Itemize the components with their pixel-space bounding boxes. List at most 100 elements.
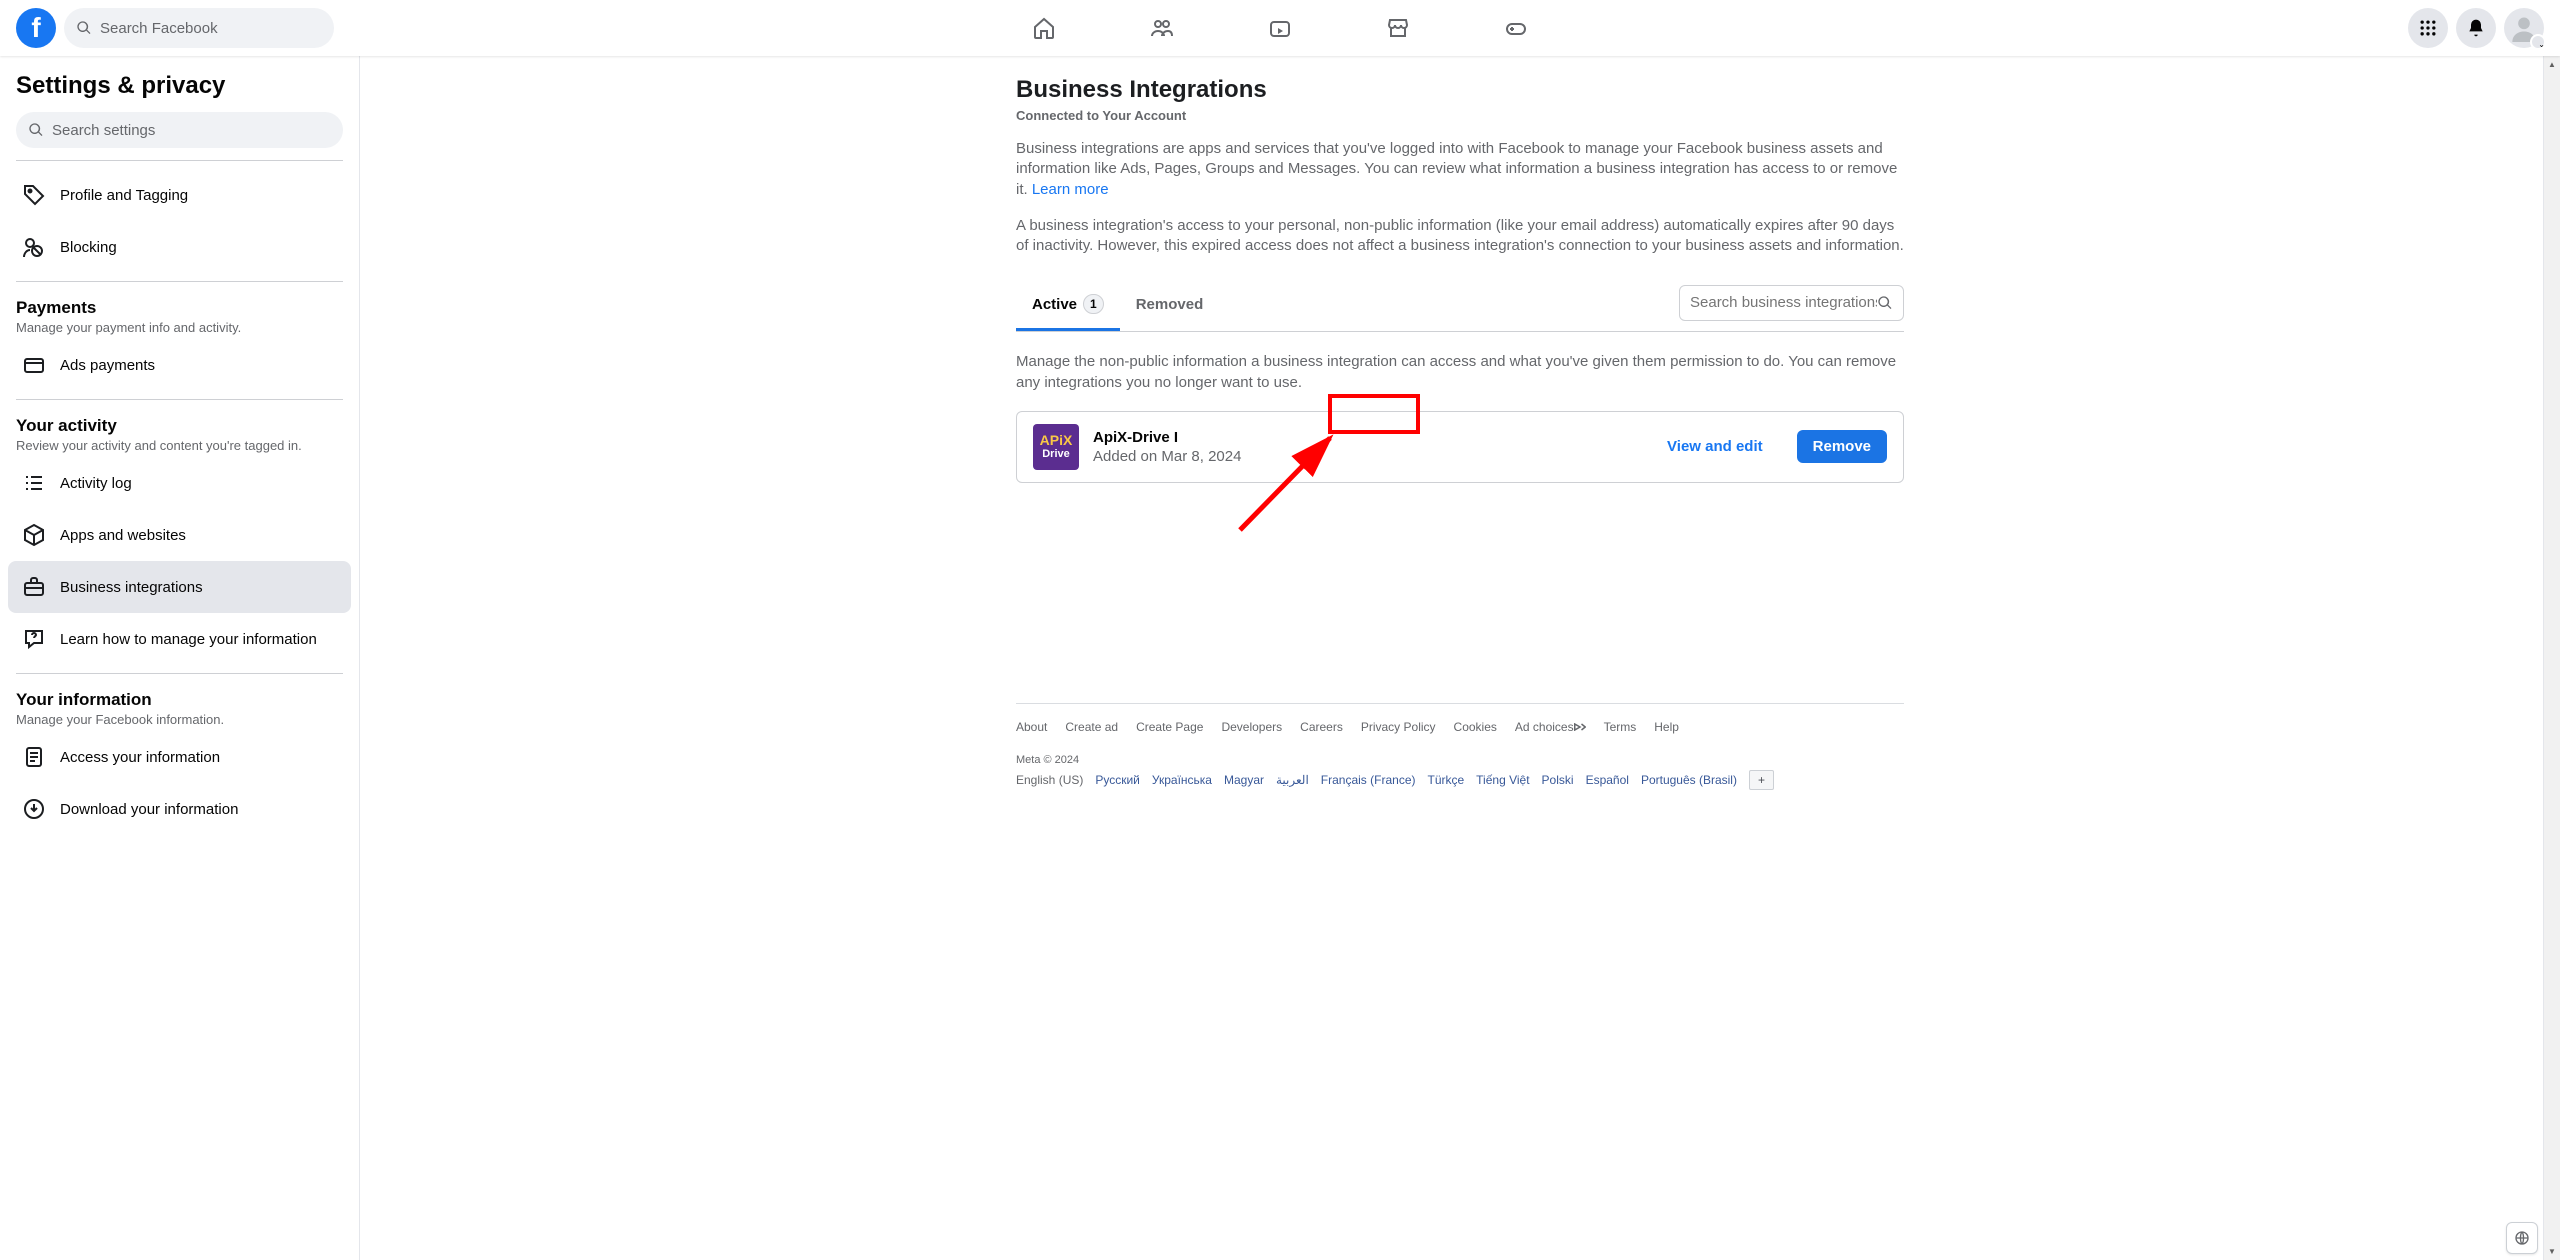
view-edit-link[interactable]: View and edit <box>1667 438 1763 455</box>
briefcase-icon <box>16 569 52 605</box>
sidebar-item-activity-log[interactable]: Activity log <box>8 457 351 509</box>
sidebar-item-label: Learn how to manage your information <box>60 631 317 648</box>
divider <box>16 399 343 400</box>
divider <box>16 160 343 161</box>
language-link[interactable]: Français (France) <box>1321 773 1416 787</box>
globe-button[interactable] <box>2506 1222 2538 1254</box>
nav-gaming[interactable] <box>1461 4 1571 52</box>
footer-link[interactable]: Developers <box>1221 720 1282 734</box>
friends-icon <box>1150 16 1174 40</box>
doc-icon <box>16 739 52 775</box>
sidebar-item-label: Blocking <box>60 239 117 256</box>
language-link[interactable]: Português (Brasil) <box>1641 773 1737 787</box>
integration-card: APiX Drive ApiX-Drive I Added on Mar 8, … <box>1016 411 1904 483</box>
footer-link[interactable]: Terms <box>1604 720 1637 734</box>
search-settings[interactable]: Search settings <box>16 112 343 148</box>
search-integrations-input[interactable] <box>1690 294 1877 311</box>
language-link[interactable]: Magyar <box>1224 773 1264 787</box>
bottom-floating-buttons <box>2506 1222 2538 1254</box>
account-button[interactable]: ⌄ <box>2504 8 2544 48</box>
nav-right: ⌄ <box>2408 8 2544 48</box>
language-link[interactable]: Polski <box>1542 773 1574 787</box>
grid-icon <box>2418 18 2438 38</box>
section-subtitle: Review your activity and content you're … <box>16 438 343 453</box>
search-settings-placeholder: Search settings <box>52 122 155 139</box>
footer-link[interactable]: Cookies <box>1454 720 1497 734</box>
search-icon <box>1877 295 1893 311</box>
marketplace-icon <box>1386 16 1410 40</box>
tab-removed[interactable]: Removed <box>1120 282 1220 330</box>
integration-name: ApiX-Drive I <box>1093 429 1653 446</box>
language-link[interactable]: Türkçe <box>1427 773 1464 787</box>
divider <box>16 281 343 282</box>
footer-link[interactable]: Create ad <box>1065 720 1118 734</box>
divider <box>16 673 343 674</box>
search-icon <box>76 20 92 36</box>
footer-link[interactable]: Privacy Policy <box>1361 720 1436 734</box>
language-current[interactable]: English (US) <box>1016 773 1083 787</box>
browser-scrollbar[interactable]: ▲ ▼ <box>2543 56 2560 1260</box>
nav-video[interactable] <box>1225 4 1335 52</box>
tabs-row: Active 1 Removed <box>1016 280 1904 332</box>
tab-label: Removed <box>1136 296 1204 313</box>
scrollbar-up-icon[interactable]: ▲ <box>2544 56 2560 73</box>
tab-active[interactable]: Active 1 <box>1016 280 1120 331</box>
language-link[interactable]: Tiếng Việt <box>1476 773 1529 787</box>
footer-link[interactable]: Create Page <box>1136 720 1203 734</box>
sidebar-item-business-integrations[interactable]: Business integrations <box>8 561 351 613</box>
sidebar-item-label: Download your information <box>60 801 238 818</box>
question-icon <box>16 621 52 657</box>
sidebar-section-payments: Payments Manage your payment info and ac… <box>8 290 351 339</box>
sidebar-item-ads-payments[interactable]: Ads payments <box>8 339 351 391</box>
gaming-icon <box>1504 16 1528 40</box>
footer-link-adchoices[interactable]: Ad choices <box>1515 720 1586 734</box>
sidebar-item-label: Business integrations <box>60 579 203 596</box>
bell-icon <box>2466 18 2486 38</box>
remove-button[interactable]: Remove <box>1797 430 1887 463</box>
integration-added-date: Added on Mar 8, 2024 <box>1093 448 1653 465</box>
sidebar-title: Settings & privacy <box>16 72 343 100</box>
nav-friends[interactable] <box>1107 4 1217 52</box>
settings-sidebar: Settings & privacy Search settings Profi… <box>0 56 360 1260</box>
footer-link[interactable]: About <box>1016 720 1047 734</box>
facebook-logo[interactable]: f <box>16 8 56 48</box>
footer-meta: Meta © 2024 <box>1016 754 1904 766</box>
list-icon <box>16 465 52 501</box>
scrollbar-down-icon[interactable]: ▼ <box>2544 1243 2560 1260</box>
language-link[interactable]: Русский <box>1095 773 1140 787</box>
footer-link[interactable]: Careers <box>1300 720 1343 734</box>
section-title: Payments <box>16 298 343 318</box>
page-title: Business Integrations <box>1016 76 1904 104</box>
search-integrations[interactable] <box>1679 285 1904 321</box>
global-search[interactable]: Search Facebook <box>64 8 334 48</box>
section-title: Your information <box>16 690 343 710</box>
globe-icon <box>2514 1230 2530 1246</box>
sidebar-item-download-info[interactable]: Download your information <box>8 783 351 835</box>
language-link[interactable]: Українська <box>1152 773 1212 787</box>
chevron-down-icon: ⌄ <box>2538 40 2545 49</box>
main-content: Business Integrations Connected to Your … <box>360 56 2560 1260</box>
download-icon <box>16 791 52 827</box>
section-subtitle: Manage your Facebook information. <box>16 712 343 727</box>
language-link[interactable]: العربية <box>1276 773 1309 787</box>
language-more-button[interactable]: + <box>1749 770 1774 790</box>
sidebar-item-apps-websites[interactable]: Apps and websites <box>8 509 351 561</box>
sidebar-item-access-info[interactable]: Access your information <box>8 731 351 783</box>
nav-marketplace[interactable] <box>1343 4 1453 52</box>
nav-home[interactable] <box>989 4 1099 52</box>
sidebar-item-profile-tagging[interactable]: Profile and Tagging <box>8 169 351 221</box>
learn-more-link[interactable]: Learn more <box>1032 181 1109 198</box>
sidebar-item-label: Ads payments <box>60 357 155 374</box>
block-icon <box>16 229 52 265</box>
tab-label: Active <box>1032 296 1077 313</box>
sidebar-item-learn-manage-info[interactable]: Learn how to manage your information <box>8 613 351 665</box>
card-icon <box>16 347 52 383</box>
language-link[interactable]: Español <box>1586 773 1629 787</box>
footer-link[interactable]: Help <box>1654 720 1679 734</box>
menu-grid-button[interactable] <box>2408 8 2448 48</box>
cube-icon <box>16 517 52 553</box>
tag-icon <box>16 177 52 213</box>
notifications-button[interactable] <box>2456 8 2496 48</box>
sidebar-item-label: Apps and websites <box>60 527 186 544</box>
sidebar-item-blocking[interactable]: Blocking <box>8 221 351 273</box>
